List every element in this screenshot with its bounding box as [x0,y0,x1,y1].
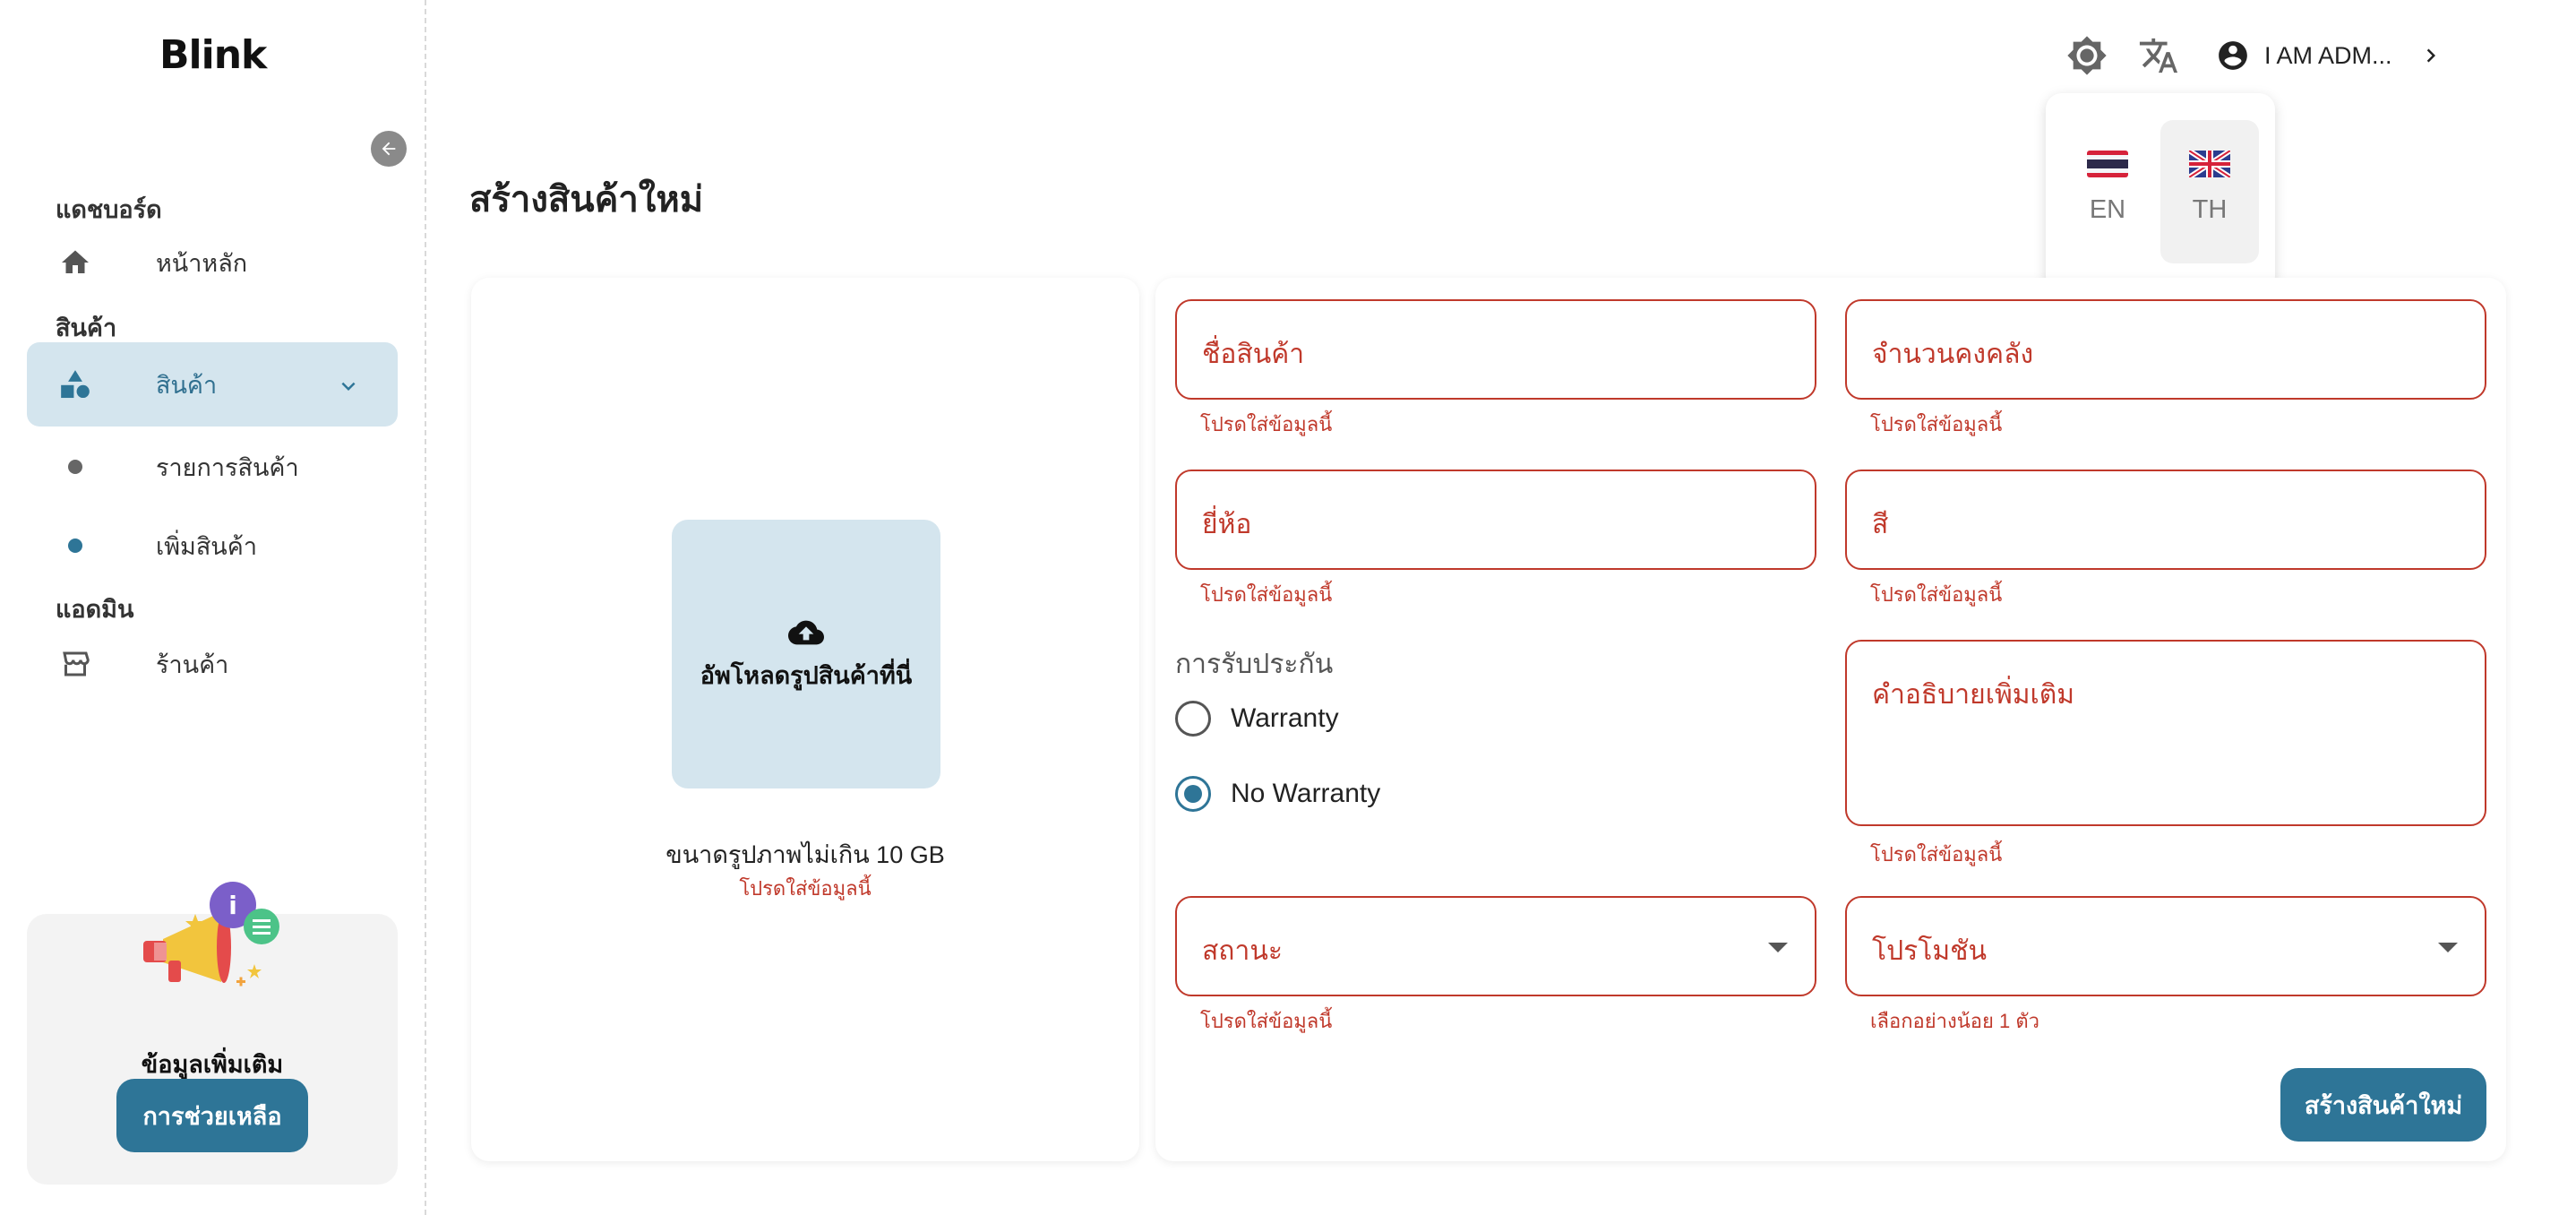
image-upload-button[interactable]: อัพโหลดรูปสินค้าที่นี่ [672,520,940,788]
megaphone-icon: i [143,882,279,987]
warranty-radio[interactable]: Warranty [1175,699,1339,738]
sidebar-item-home[interactable]: หน้าหลัก [27,220,398,305]
dropdown-arrow-icon [2438,943,2458,952]
field-placeholder: ยี่ห้อ [1202,510,1252,539]
page-title: สร้างสินค้าใหม่ [469,180,704,220]
field-placeholder: คำอธิบายเพิ่มเติม [1872,680,2075,710]
dot-icon [57,449,93,485]
dot-icon [57,528,93,564]
language-code: TH [2192,195,2228,224]
sidebar-item-label: รายการสินค้า [156,453,299,481]
svg-text:i: i [228,891,237,920]
description-field[interactable]: คำอธิบายเพิ่มเติม [1845,640,2486,826]
brightness-icon [2067,36,2107,75]
language-button[interactable] [2137,34,2180,77]
field-placeholder: ชื่อสินค้า [1202,340,1305,369]
thailand-flag-icon [2087,151,2128,177]
account-circle-icon [2219,41,2247,70]
status-error: โปรดใส่ข้อมูลนี้ [1200,1010,1333,1032]
create-product-button[interactable]: สร้างสินค้าใหม่ [2280,1068,2486,1142]
product-name-field[interactable]: ชื่อสินค้า [1175,299,1816,400]
sidebar: Blink แดชบอร์ด หน้าหลัก สินค้า สินค้า รา… [0,0,426,1215]
brand-field[interactable]: ยี่ห้อ [1175,470,1816,570]
user-name: I AM ADM... [2264,41,2392,69]
field-placeholder: จำนวนคงคลัง [1872,340,2034,369]
app-logo[interactable]: Blink [159,32,267,78]
help-button[interactable]: การช่วยเหลือ [116,1079,308,1152]
description-error: โปรดใส่ข้อมูลนี้ [1870,843,2003,866]
radio-label: Warranty [1231,703,1339,733]
sidebar-item-label: สินค้า [156,371,218,399]
promotion-select[interactable]: โปรโมชัน [1845,896,2486,996]
color-field[interactable]: สี [1845,470,2486,570]
warranty-label: การรับประกัน [1175,650,1334,679]
no-warranty-radio[interactable]: No Warranty [1175,774,1380,814]
stock-quantity-field[interactable]: จำนวนคงคลัง [1845,299,2486,400]
product-form-card: ชื่อสินค้า โปรดใส่ข้อมูลนี้ จำนวนคงคลัง … [1155,278,2506,1161]
sidebar-item-product-list[interactable]: รายการสินค้า [27,425,398,509]
upload-error: โปรดใส่ข้อมูลนี้ [739,877,872,900]
dropdown-arrow-icon [1768,943,1788,952]
image-size-note: ขนาดรูปภาพไม่เกิน 10 GB [665,841,945,868]
image-upload-card: อัพโหลดรูปสินค้าที่นี่ ขนาดรูปภาพไม่เกิน… [471,278,1139,1161]
language-option-en[interactable]: EN [2058,120,2157,263]
chevron-right-icon [2426,48,2435,63]
field-placeholder: สถานะ [1202,936,1283,966]
field-placeholder: สี [1872,510,1889,539]
sidebar-item-shop[interactable]: ร้านค้า [27,622,398,706]
color-error: โปรดใส่ข้อมูลนี้ [1870,583,2003,606]
language-code: EN [2089,195,2126,224]
theme-toggle-button[interactable] [2065,34,2108,77]
sidebar-item-label: เพิ่มสินค้า [156,532,257,560]
radio-label: No Warranty [1231,779,1381,808]
product-name-error: โปรดใส่ข้อมูลนี้ [1200,413,1333,435]
radio-unchecked [1175,701,1211,737]
stock-quantity-error: โปรดใส่ข้อมูลนี้ [1870,413,2003,435]
home-icon [57,245,93,280]
uk-flag-icon [2189,151,2230,177]
promotion-error: เลือกอย่างน้อย 1 ตัว [1870,1010,2039,1032]
collapse-sidebar-button[interactable] [371,131,407,167]
sidebar-item-add-product[interactable]: เพิ่มสินค้า [27,504,398,588]
translate-icon [2139,38,2178,73]
language-option-th[interactable]: TH [2160,120,2259,263]
sidebar-item-label: หน้าหลัก [156,249,248,277]
help-title: ข้อมูลเพิ่มเติม [141,1051,284,1078]
sidebar-item-label: ร้านค้า [156,651,229,678]
cloud-upload-icon [788,620,824,644]
help-card: i ข้อมูลเพิ่มเติม การช่วยเหลือ [27,882,398,1185]
user-menu[interactable]: I AM ADM... [2216,32,2444,79]
arrow-left-icon [382,142,396,156]
store-icon [57,646,93,682]
radio-checked [1175,776,1211,812]
shapes-icon [57,366,93,402]
language-popover: EN TH [2046,93,2275,292]
sidebar-item-products[interactable]: สินค้า [27,342,398,427]
chevron-down-icon [335,373,362,404]
brand-error: โปรดใส่ข้อมูลนี้ [1200,583,1333,606]
field-placeholder: โปรโมชัน [1872,936,1988,966]
section-label-products: สินค้า [56,315,117,341]
status-select[interactable]: สถานะ [1175,896,1816,996]
upload-label: อัพโหลดรูปสินค้าที่นี่ [700,661,913,689]
